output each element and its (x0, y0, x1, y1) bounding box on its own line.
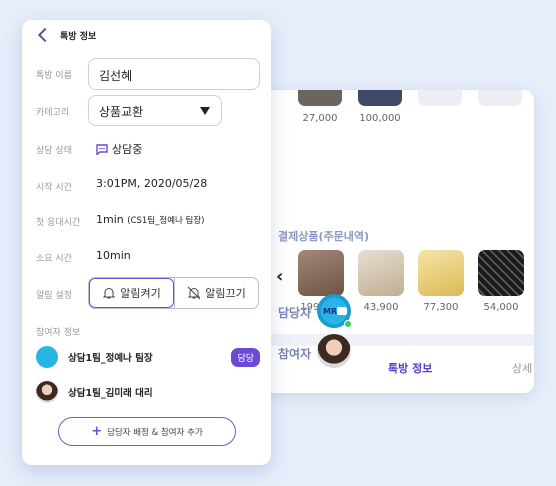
alarm-label: 알림 설정 (36, 291, 72, 301)
order-section-title: 결제상품(주문내역) (278, 230, 370, 243)
alarm-toggle-group: 알림켜기 알림끄기 (88, 277, 259, 309)
product-thumb[interactable] (418, 250, 464, 296)
first-response-time: 1min (96, 213, 124, 226)
chevron-left-icon[interactable]: ‹ (276, 266, 283, 287)
bell-off-icon (187, 286, 201, 300)
panel-title: 톡방 정보 (60, 32, 97, 42)
duration-value: 10min (96, 249, 131, 262)
product-price: 54,000 (483, 302, 519, 313)
participant-photo-avatar (36, 381, 58, 403)
product-price: 100,000 (359, 113, 401, 124)
product-price: 77,300 (423, 302, 459, 313)
product-thumb-placeholder (478, 90, 522, 106)
first-response-label: 첫 응대시간 (36, 218, 81, 228)
participant-avatar (317, 334, 351, 368)
status-label: 상담 상태 (36, 146, 72, 156)
participant-item[interactable]: 상담1팀_김미래 대리 (36, 381, 260, 403)
product-price: 43,900 (363, 302, 399, 313)
add-participant-button[interactable]: + 담당자 배정 & 참여자 추가 (58, 417, 236, 446)
participant-item[interactable]: 상담1팀_정예나 팀장 (36, 346, 260, 368)
participant-name: 상담1팀_김미래 대리 (68, 388, 153, 399)
product-thumb[interactable] (358, 250, 404, 296)
first-response-value: 1min (CS1팀_정예나 팀장) (96, 213, 205, 226)
alarm-on-label: 알림켜기 (120, 287, 161, 300)
participant-name: 상담1팀_정예나 팀장 (68, 353, 153, 364)
alarm-on-button[interactable]: 알림켜기 (89, 278, 174, 308)
first-response-agent: (CS1팀_정예나 팀장) (127, 216, 205, 226)
svg-text:MR: MR (323, 307, 337, 316)
product-thumb[interactable] (358, 90, 402, 106)
tab-room-info[interactable]: 톡방 정보 (388, 360, 432, 376)
chat-bubble-icon (96, 143, 108, 155)
category-label: 카테고리 (36, 108, 70, 118)
status-text: 상담중 (112, 143, 143, 156)
brand-logo-avatar (36, 346, 58, 368)
bell-icon (103, 288, 116, 299)
tab-details[interactable]: 상세 (512, 360, 532, 376)
online-status-dot (344, 320, 352, 328)
alarm-off-label: 알림끄기 (205, 287, 246, 300)
duration-label: 소요 시간 (36, 254, 72, 264)
product-thumb[interactable] (478, 250, 524, 296)
plus-icon: + (91, 424, 103, 439)
room-name-label: 톡방 이름 (36, 71, 72, 81)
product-price: 27,000 (302, 113, 338, 124)
caret-down-icon (200, 107, 210, 115)
product-thumb-placeholder (418, 90, 462, 106)
participants-section-title: 참여자 정보 (36, 328, 81, 338)
manager-badge: 담당 (231, 348, 260, 367)
category-select[interactable]: 상품교환 (88, 95, 222, 126)
status-value: 상담중 (96, 141, 142, 157)
panel-header: 톡방 정보 (22, 20, 271, 50)
manager-role-label: 담당자 (278, 306, 312, 320)
add-participant-label: 담당자 배정 & 참여자 추가 (107, 427, 203, 438)
alarm-off-button[interactable]: 알림끄기 (174, 278, 258, 308)
back-arrow-icon[interactable] (36, 27, 52, 43)
start-time-value: 3:01PM, 2020/05/28 (96, 177, 208, 190)
room-info-panel: 톡방 정보 톡방 이름 김선혜 카테고리 상품교환 상담 상태 상담중 시작 시… (22, 20, 271, 465)
room-name-input[interactable]: 김선혜 (88, 58, 260, 90)
category-value: 상품교환 (99, 105, 144, 119)
participant-role-label: 참여자 (278, 347, 312, 361)
product-thumb[interactable] (298, 90, 342, 106)
start-time-label: 시작 시간 (36, 183, 72, 193)
product-thumb[interactable] (298, 250, 344, 296)
